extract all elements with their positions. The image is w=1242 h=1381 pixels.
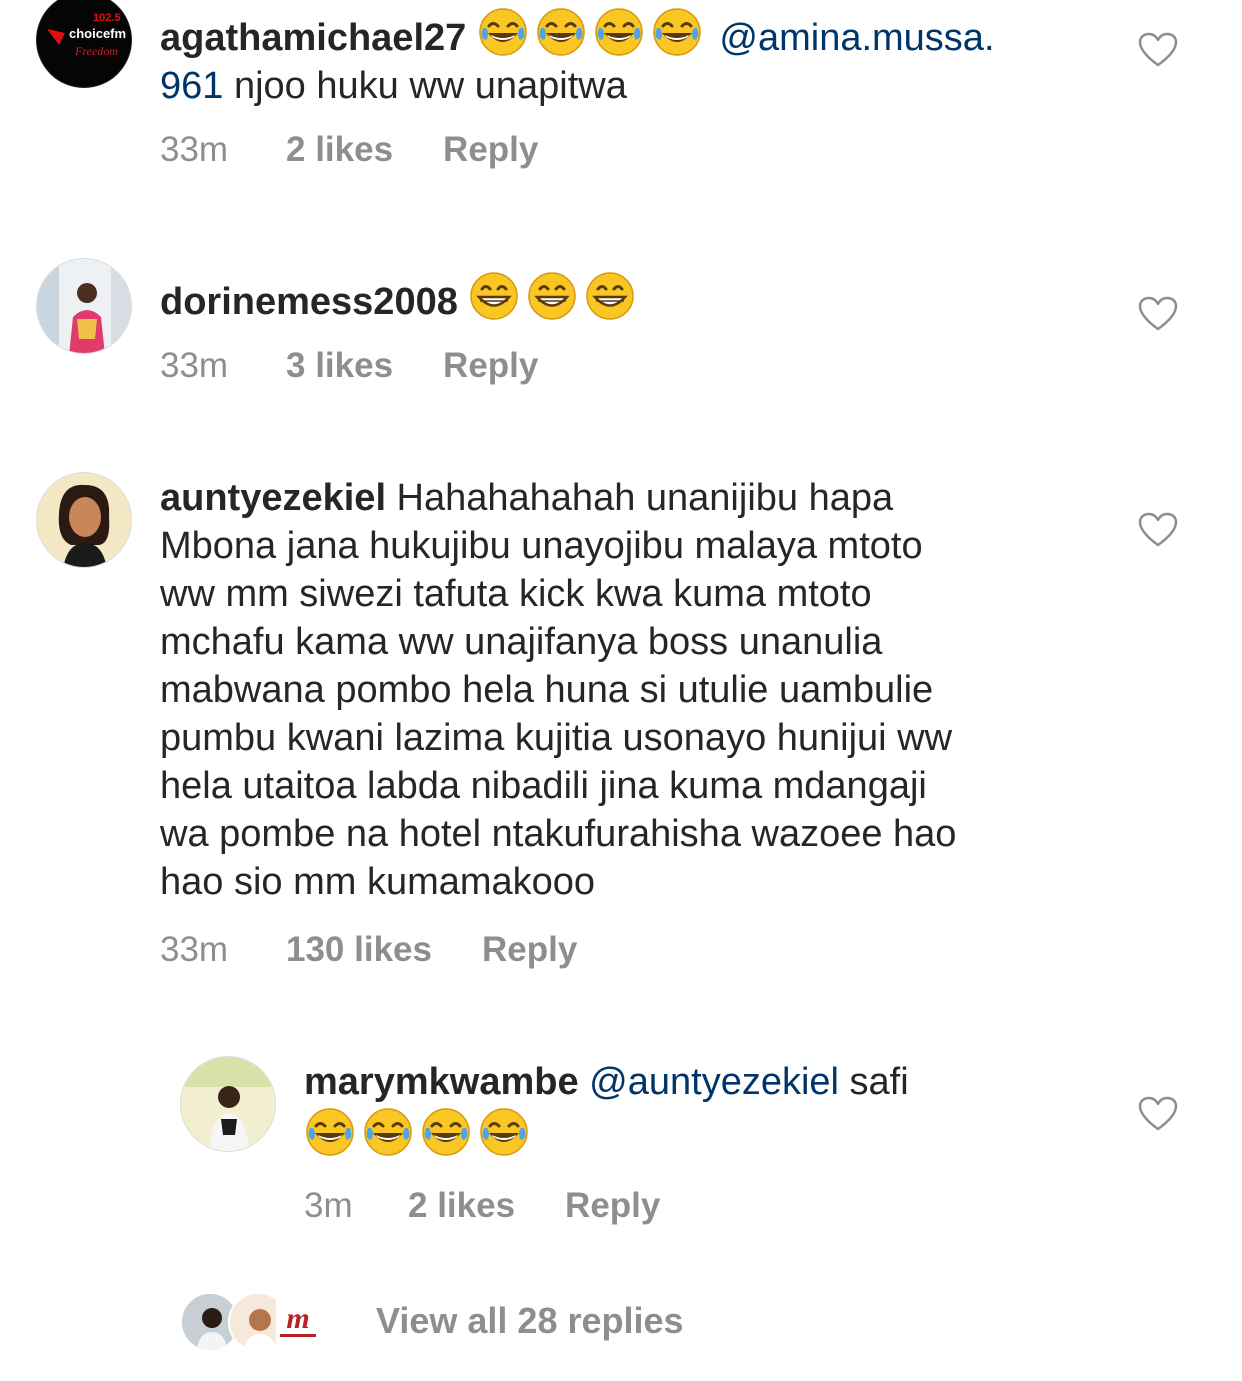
username-link[interactable]: agathamichael27 xyxy=(160,17,466,59)
avatar-slogan-text: Freedom xyxy=(74,44,118,58)
avatar[interactable] xyxy=(36,472,132,568)
avatar[interactable]: 102.5 choicefm Freedom xyxy=(36,0,132,88)
heart-icon[interactable] xyxy=(1138,296,1178,332)
grin-icon xyxy=(584,270,636,322)
laugh-icon xyxy=(535,6,587,58)
reply-button[interactable]: Reply xyxy=(482,930,577,970)
likes-count[interactable]: 130 likes xyxy=(286,930,432,970)
reply-button[interactable]: Reply xyxy=(565,1186,660,1226)
likes-count[interactable]: 2 likes xyxy=(408,1186,515,1226)
likes-count[interactable]: 3 likes xyxy=(286,346,393,386)
avatar-badge-text: 102.5 xyxy=(93,12,121,24)
heart-icon[interactable] xyxy=(1138,32,1178,68)
comment-body: dorinemess2008 xyxy=(160,270,1120,326)
comment-text: njoo huku ww unapitwa xyxy=(223,65,627,107)
avatar-brand-text: choicefm xyxy=(69,26,126,41)
laugh-icon xyxy=(593,6,645,58)
comment-body: marymkwambe @auntyezekiel safi xyxy=(304,1058,1124,1162)
laugh-icon xyxy=(420,1106,472,1158)
username-link[interactable]: marymkwambe xyxy=(304,1061,579,1103)
reply-button[interactable]: Reply xyxy=(443,130,538,170)
avatar[interactable] xyxy=(180,1056,276,1152)
mention-link[interactable]: @auntyezekiel xyxy=(589,1061,839,1103)
avatar: m xyxy=(276,1298,320,1342)
comment-body: auntyezekiel Hahahahahah unanijibu hapa … xyxy=(160,474,1120,906)
comment-text-line: mchafu kama ww unajifanya boss unanulia xyxy=(160,621,883,663)
heart-icon[interactable] xyxy=(1138,512,1178,548)
comment-text-line: ww mm siwezi tafuta kick kwa kuma mtoto xyxy=(160,573,872,615)
comment-text-line: hela utaitoa labda nibadili jina kuma md… xyxy=(160,765,927,807)
comment-meta: 33m 2 likes Reply xyxy=(160,130,538,170)
comment-text-line: pumbu kwani lazima kujitia usonayo hunij… xyxy=(160,717,953,759)
profile-photo xyxy=(37,473,131,567)
comment-text-line: hao sio mm kumamakooo xyxy=(160,861,596,903)
timestamp[interactable]: 33m xyxy=(160,930,286,970)
svg-text:m: m xyxy=(286,1302,309,1335)
laugh-icon xyxy=(304,1106,356,1158)
comment-text-line: wa pombe na hotel ntakufurahisha wazoee … xyxy=(160,813,957,855)
grin-icon xyxy=(526,270,578,322)
comment-text-line: Mbona jana hukujibu unayojibu malaya mto… xyxy=(160,525,923,567)
laugh-icon xyxy=(651,6,703,58)
brand-logo: m xyxy=(276,1298,320,1342)
mention-link-cont[interactable]: 961 xyxy=(160,65,223,107)
laugh-icon xyxy=(477,6,529,58)
avatar[interactable] xyxy=(36,258,132,354)
comment-meta: 33m 3 likes Reply xyxy=(160,346,538,386)
likes-count[interactable]: 2 likes xyxy=(286,130,393,170)
laugh-icon xyxy=(362,1106,414,1158)
view-all-replies-link[interactable]: View all 28 replies xyxy=(376,1300,684,1342)
timestamp[interactable]: 33m xyxy=(160,130,286,170)
laugh-icon xyxy=(478,1106,530,1158)
heart-icon[interactable] xyxy=(1138,1096,1178,1132)
comment-text-line: mabwana pombo hela huna si utulie uambul… xyxy=(160,669,934,711)
timestamp[interactable]: 3m xyxy=(304,1186,408,1226)
comment-meta: 33m 130 likes Reply xyxy=(160,930,577,970)
profile-photo xyxy=(37,259,131,353)
grin-icon xyxy=(468,270,520,322)
comment-body: agathamichael27 @amina.mussa. 961 njoo h… xyxy=(160,6,1120,110)
username-link[interactable]: dorinemess2008 xyxy=(160,281,458,323)
mention-link[interactable]: @amina.mussa. xyxy=(719,17,994,59)
timestamp[interactable]: 33m xyxy=(160,346,286,386)
comment-meta: 3m 2 likes Reply xyxy=(304,1186,660,1226)
comment-text: safi xyxy=(838,1061,909,1103)
reply-button[interactable]: Reply xyxy=(443,346,538,386)
profile-photo xyxy=(181,1057,275,1151)
comment-text: Hahahahahah unanijibu hapa xyxy=(386,477,894,519)
choicefm-logo: 102.5 choicefm Freedom xyxy=(37,0,131,87)
username-link[interactable]: auntyezekiel xyxy=(160,477,386,519)
